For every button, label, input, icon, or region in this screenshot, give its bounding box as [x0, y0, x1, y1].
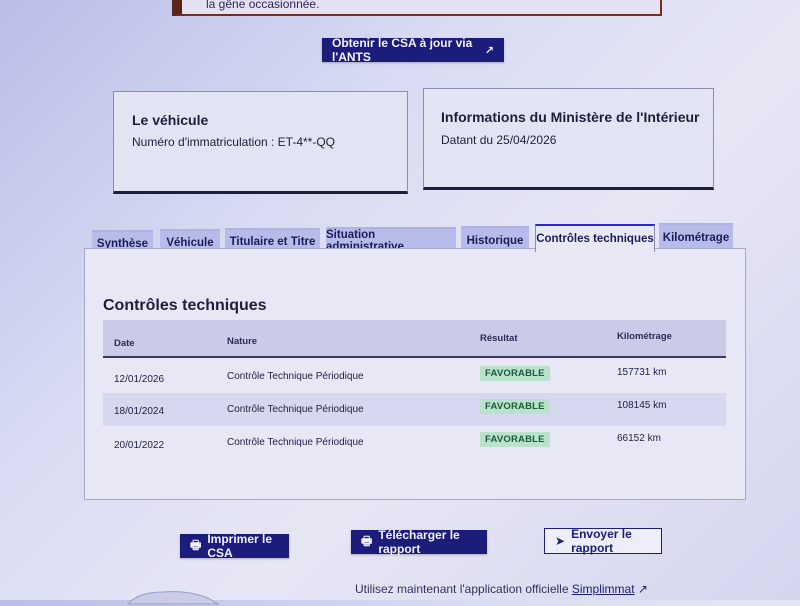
- result-badge: FAVORABLE: [480, 432, 550, 447]
- print-csa-button[interactable]: 🖶 Imprimer le CSA: [180, 532, 289, 560]
- table-row: 12/01/2026 Contrôle Technique Périodique…: [103, 360, 726, 393]
- simplimmat-link[interactable]: Simplimmat: [572, 582, 635, 596]
- ministry-card: Informations du Ministère de l'Intérieur…: [423, 88, 714, 190]
- ministry-card-title: Informations du Ministère de l'Intérieur: [441, 109, 700, 125]
- get-csa-label: Obtenir le CSA à jour via l'ANTS: [332, 36, 473, 64]
- result-badge: FAVORABLE: [480, 399, 550, 414]
- row-nature: Contrôle Technique Périodique: [227, 371, 364, 382]
- get-csa-button[interactable]: Obtenir le CSA à jour via l'ANTS ↗: [322, 36, 504, 64]
- vehicle-card-title: Le véhicule: [132, 112, 209, 128]
- send-icon: ➤: [555, 534, 566, 548]
- download-report-button[interactable]: 🖶 Télécharger le rapport: [351, 528, 487, 556]
- row-date: 18/01/2024: [114, 406, 165, 417]
- footer-prefix: Utilisez maintenant l'application offici…: [355, 582, 569, 596]
- ministry-date: Datant du 25/04/2026: [441, 133, 557, 147]
- tab-label: Historique: [466, 234, 524, 247]
- column-header-result: Résultat: [480, 333, 518, 344]
- printer-icon: 🖶: [190, 537, 202, 552]
- footer-text: Utilisez maintenant l'application offici…: [355, 582, 648, 596]
- send-report-label: Envoyer le rapport: [571, 527, 632, 555]
- plate-number: Numéro d'immatriculation : ET-4**-QQ: [132, 135, 336, 149]
- row-nature: Contrôle Technique Périodique: [227, 404, 364, 415]
- column-header-nature: Nature: [227, 336, 258, 347]
- tab-label: Kilométrage: [662, 231, 730, 244]
- car-illustration: [126, 591, 220, 605]
- tab-label: Titulaire et Titre: [229, 236, 316, 248]
- download-report-label: Télécharger le rapport: [378, 528, 460, 556]
- printer-icon: 🖶: [361, 533, 373, 548]
- print-csa-label: Imprimer le CSA: [207, 532, 273, 560]
- table-header: Date Nature Résultat Kilométrage: [103, 320, 726, 358]
- row-km: 66152 km: [617, 433, 661, 444]
- column-header-date: Date: [114, 338, 135, 349]
- external-link-icon: ↗: [637, 582, 648, 596]
- tab-controles-techniques[interactable]: Contrôles techniques: [535, 224, 655, 252]
- row-date: 20/01/2022: [114, 440, 165, 451]
- tab-label: Contrôles techniques: [536, 233, 654, 245]
- panel-title: Contrôles techniques: [103, 297, 267, 314]
- result-badge: FAVORABLE: [480, 366, 550, 381]
- notice-text: la gêne occasionnée.: [206, 0, 320, 11]
- send-report-button[interactable]: ➤ Envoyer le rapport: [544, 527, 662, 555]
- table-row: 18/01/2024 Contrôle Technique Périodique…: [103, 393, 726, 426]
- notice-banner: la gêne occasionnée.: [172, 0, 662, 16]
- vehicle-card: Le véhicule Numéro d'immatriculation : E…: [113, 91, 408, 194]
- column-header-km: Kilométrage: [617, 331, 672, 342]
- row-date: 12/01/2026: [114, 374, 165, 385]
- tab-kilometrage[interactable]: Kilométrage: [659, 223, 733, 250]
- row-km: 108145 km: [617, 400, 667, 411]
- external-link-icon: ↗: [484, 44, 494, 57]
- row-nature: Contrôle Technique Périodique: [227, 437, 364, 448]
- row-km: 157731 km: [617, 367, 667, 378]
- table-row: 20/01/2022 Contrôle Technique Périodique…: [103, 426, 726, 459]
